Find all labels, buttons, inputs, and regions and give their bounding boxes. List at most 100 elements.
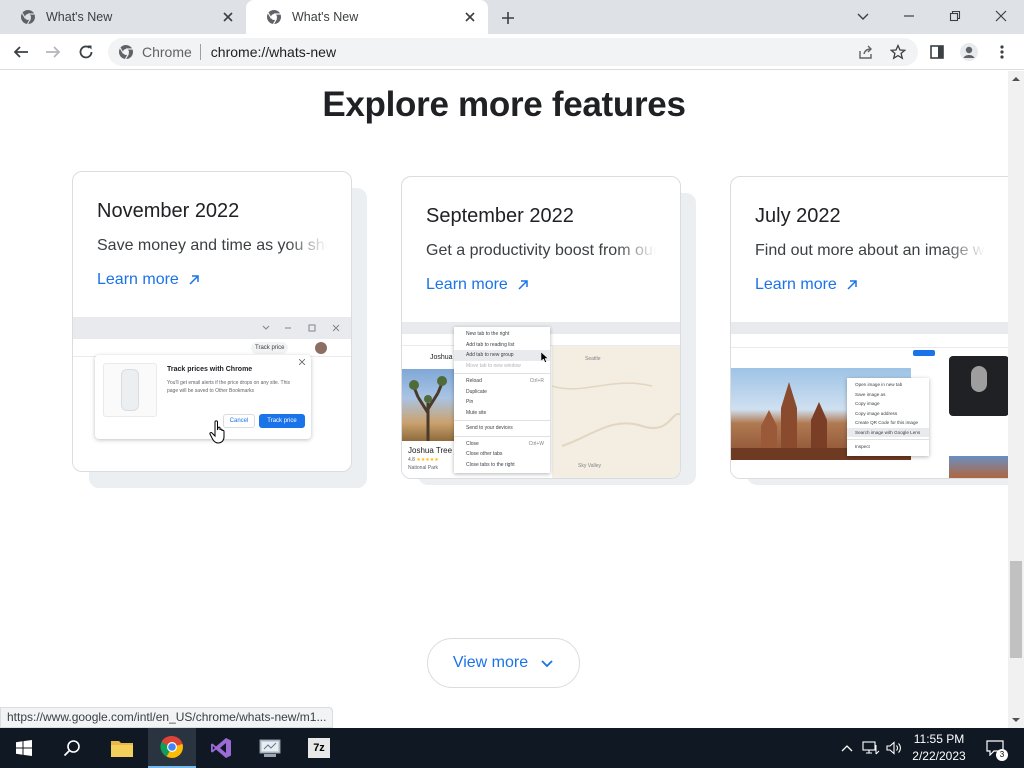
tab-whats-new-2[interactable]: What's New: [246, 0, 488, 34]
back-button[interactable]: [10, 41, 32, 63]
learn-more-link[interactable]: Learn more: [97, 271, 201, 289]
disk-utility-button[interactable]: [246, 728, 294, 768]
side-panel-button[interactable]: [928, 43, 946, 61]
window-controls-icon: [262, 324, 340, 332]
profile-button[interactable]: [960, 43, 978, 61]
feature-preview-image: Joshua T Joshua Tree 4.8 ★★★★★ National …: [402, 322, 680, 478]
place-subtitle: National Park: [408, 465, 439, 471]
restore-icon: [949, 10, 961, 22]
share-button[interactable]: [857, 43, 875, 61]
address-bar[interactable]: Chrome chrome://whats-new: [108, 38, 918, 66]
triangle-down-icon: [1012, 718, 1020, 722]
card-title: September 2022: [426, 205, 574, 227]
menu-separator: [454, 373, 550, 374]
chrome-icon: [267, 10, 281, 25]
feature-card-november[interactable]: November 2022 Save money and time as you…: [72, 171, 352, 472]
context-menu-item: Close other tabs: [466, 451, 503, 457]
context-menu-item: Add tab to new group: [454, 350, 550, 361]
reload-button[interactable]: [75, 41, 97, 63]
context-menu-item: Search image with Google Lens: [847, 427, 929, 437]
minimize-button[interactable]: [898, 5, 920, 27]
chevron-up-icon: [841, 745, 853, 752]
learn-more-label: Learn more: [97, 271, 179, 288]
disk-utility-icon: [259, 739, 281, 757]
view-more-button[interactable]: View more: [427, 638, 580, 688]
new-tab-button[interactable]: [497, 7, 519, 29]
arrow-outward-icon: [518, 280, 528, 290]
arrow-left-icon: [13, 46, 28, 58]
bookmark-button[interactable]: [889, 43, 907, 61]
site-chip[interactable]: Chrome: [142, 44, 201, 60]
network-button[interactable]: [860, 728, 882, 768]
joshua-tree-photo: [402, 369, 456, 441]
scroll-thumb[interactable]: [1010, 561, 1022, 658]
file-explorer-button[interactable]: [98, 728, 146, 768]
url-text[interactable]: chrome://whats-new: [201, 44, 336, 60]
scroll-down-button[interactable]: [1008, 712, 1024, 728]
star-rating-icon: ★★★★★: [416, 457, 439, 463]
page-heading: Explore more features: [322, 85, 686, 124]
volume-button[interactable]: [884, 728, 904, 768]
cursor-icon: [541, 352, 549, 363]
learn-more-label: Learn more: [426, 276, 508, 293]
chrome-logo-icon: [160, 735, 183, 758]
card-title: November 2022: [97, 200, 240, 222]
feature-preview-image: Track price Track prices with Chrome You…: [73, 317, 351, 471]
taskbar-clock[interactable]: 11:55 PM 2/22/2023: [906, 731, 972, 765]
track-price-chip: Track price: [251, 342, 289, 354]
menu-separator: [847, 439, 929, 440]
tab-whats-new-1[interactable]: What's New: [0, 0, 246, 34]
reload-icon: [79, 45, 93, 59]
show-hidden-icons-button[interactable]: [838, 728, 856, 768]
tab-strip: What's New What's New: [0, 0, 1024, 34]
context-menu-item: Close tabs to the right: [466, 461, 515, 468]
context-menu-item: Reload Ctrl+R: [454, 376, 550, 387]
network-icon: [862, 741, 880, 755]
feature-card-july[interactable]: July 2022 Find out more about an image w…: [730, 176, 1008, 479]
context-menu-item: Duplicate: [466, 388, 487, 395]
7zip-icon: 7z: [308, 738, 330, 758]
context-menu-item: New tab to the right: [466, 331, 510, 337]
notifications-button[interactable]: 3: [980, 728, 1010, 768]
visual-studio-button[interactable]: [197, 728, 245, 768]
tab-title: What's New: [292, 10, 359, 24]
map-terrain: [552, 382, 680, 447]
learn-more-link[interactable]: Learn more: [426, 276, 530, 294]
windows-logo-icon: [16, 740, 32, 756]
more-vert-icon: [1000, 45, 1004, 59]
search-button[interactable]: [48, 728, 96, 768]
7zip-button[interactable]: 7z: [295, 728, 343, 768]
context-menu-item: Pin: [466, 399, 474, 405]
menu-separator: [454, 435, 550, 437]
feature-card-september[interactable]: September 2022 Get a productivity boost …: [401, 176, 681, 479]
close-tab-icon[interactable]: [220, 9, 236, 25]
context-menu-item: Close Ctrl+W: [454, 439, 550, 450]
rating-value: 4.8: [408, 457, 415, 463]
learn-more-link[interactable]: Learn more: [755, 276, 859, 294]
track-price-button: Track price: [259, 414, 305, 428]
close-window-button[interactable]: [990, 5, 1012, 27]
card-title: July 2022: [755, 205, 841, 227]
context-menu-item: Inspect: [855, 444, 870, 449]
start-button[interactable]: [0, 728, 48, 768]
page-content: Explore more features November 2022 Save…: [0, 71, 1008, 728]
notification-count-badge: 3: [996, 749, 1008, 761]
scroll-up-button[interactable]: [1008, 71, 1024, 87]
side-panel-icon: [930, 45, 944, 59]
close-tab-icon[interactable]: [462, 9, 478, 25]
card-description: Save money and time as you shop with Chr…: [97, 237, 327, 255]
image-context-menu: Open image in new tab Save image as Copy i…: [847, 378, 929, 456]
visual-studio-icon: [211, 738, 231, 758]
restore-button[interactable]: [944, 5, 966, 27]
avatar: [315, 342, 327, 354]
menu-button[interactable]: [993, 43, 1011, 61]
forward-button[interactable]: [42, 41, 64, 63]
arrow-outward-icon: [847, 280, 857, 290]
page-scrollbar[interactable]: [1008, 71, 1024, 728]
card-description: Find out more about an image with Google…: [755, 242, 985, 260]
lens-result: [949, 356, 1008, 416]
chrome-taskbar-button[interactable]: [148, 728, 196, 768]
tab-search-button[interactable]: [852, 5, 874, 27]
feature-preview-image: Open image in new tab Save image as Copy i…: [731, 322, 1008, 478]
windows-taskbar: 7z 11:55 PM 2/22/2023 3: [0, 728, 1024, 768]
